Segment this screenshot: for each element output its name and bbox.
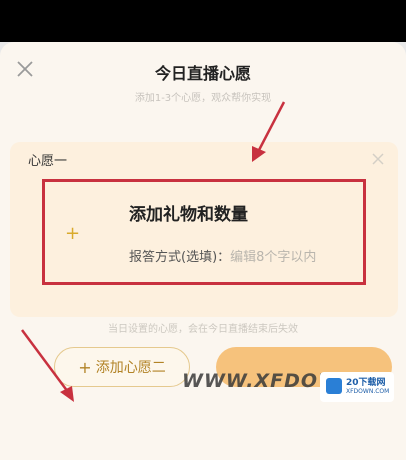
watermark-logo-text: 20下载网 [346, 378, 386, 388]
watermark-logo-sub: XFDOWN.COM [346, 388, 390, 395]
add-gift-label[interactable]: 添加礼物和数量 [129, 200, 248, 225]
wish-card-title: 心愿一 [28, 154, 68, 169]
add-gift-plus-icon[interactable]: + [65, 223, 80, 244]
add-wish-two-label: 添加心愿二 [95, 360, 166, 376]
remove-wish-icon[interactable] [372, 153, 384, 165]
watermark-logo: 20下载网 XFDOWN.COM [320, 372, 394, 402]
add-wish-two-button[interactable]: + 添加心愿二 [54, 347, 190, 387]
wish-card: 心愿一 + 添加礼物和数量 报答方式(选填)：编辑8个字以内 [10, 142, 398, 317]
reward-method-label: 报答方式(选填)： [129, 250, 231, 265]
watermark-logo-icon [326, 378, 342, 394]
reward-method-row[interactable]: 报答方式(选填)：编辑8个字以内 [129, 246, 316, 265]
status-bar [0, 0, 406, 42]
gift-input-area[interactable]: + 添加礼物和数量 报答方式(选填)：编辑8个字以内 [42, 179, 366, 285]
plus-icon: + [78, 357, 92, 377]
page-title: 今日直播心愿 [154, 64, 251, 83]
expiry-notice: 当日设置的心愿，会在今日直播结束后失效 [108, 324, 298, 335]
reward-method-input[interactable]: 编辑8个字以内 [230, 250, 316, 265]
page-subtitle: 添加1-3个心愿，观众帮你实现 [134, 93, 272, 104]
